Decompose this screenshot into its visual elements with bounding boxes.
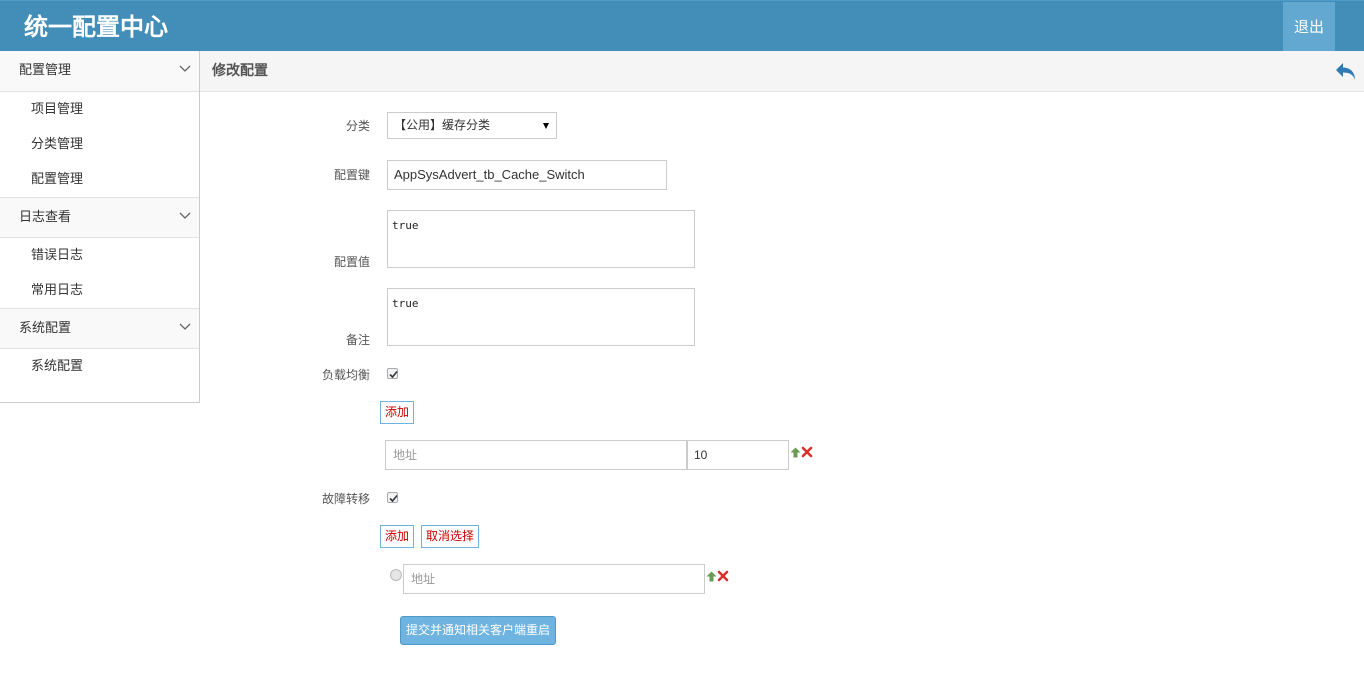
failover-label: 故障转移 bbox=[321, 492, 370, 506]
load-balance-label: 负载均衡 bbox=[321, 368, 370, 382]
fo-address-input[interactable]: 地址 bbox=[403, 564, 705, 594]
app-title: 统一配置中心 bbox=[24, 13, 168, 41]
select-arrow-icon bbox=[543, 123, 549, 129]
fo-address-placeholder: 地址 bbox=[411, 572, 436, 586]
sidebar-group-label: 配置管理 bbox=[19, 63, 72, 78]
back-arrow-icon[interactable] bbox=[1334, 59, 1358, 83]
sidebar-item-project-management[interactable]: 项目管理 bbox=[0, 92, 199, 127]
sidebar-item-category-management[interactable]: 分类管理 bbox=[0, 127, 199, 162]
fo-address-radio[interactable] bbox=[390, 569, 402, 581]
sidebar-item-common-log[interactable]: 常用日志 bbox=[0, 273, 199, 308]
config-key-label: 配置键 bbox=[333, 168, 370, 182]
sidebar-group-config-management[interactable]: 配置管理 bbox=[0, 51, 199, 92]
fo-add-button[interactable]: 添加 bbox=[380, 525, 415, 548]
sidebar-group-items: 错误日志 常用日志 bbox=[0, 238, 199, 308]
lb-address-input[interactable]: 地址 bbox=[385, 440, 687, 470]
page-title: 修改配置 bbox=[212, 63, 268, 79]
lb-weight-input[interactable]: 10 bbox=[687, 440, 789, 470]
remark-label: 备注 bbox=[345, 333, 370, 347]
sidebar-group-items: 项目管理 分类管理 配置管理 bbox=[0, 92, 199, 197]
sidebar-item-config-management[interactable]: 配置管理 bbox=[0, 162, 199, 197]
remark-textarea[interactable]: true bbox=[387, 288, 695, 346]
sidebar-item-error-log[interactable]: 错误日志 bbox=[0, 238, 199, 273]
cancel-select-button[interactable]: 取消选择 bbox=[421, 525, 480, 548]
sidebar-item-system-config[interactable]: 系统配置 bbox=[0, 349, 199, 384]
breadcrumb: 修改配置 bbox=[200, 51, 1364, 92]
checkmark-icon bbox=[389, 494, 398, 503]
sidebar-group-label: 系统配置 bbox=[19, 321, 72, 336]
arrow-up-icon[interactable] bbox=[706, 571, 717, 582]
load-balance-checkbox[interactable] bbox=[387, 368, 398, 379]
category-label: 分类 bbox=[345, 119, 370, 133]
lb-address-placeholder: 地址 bbox=[393, 448, 418, 462]
chevron-down-icon bbox=[179, 323, 191, 330]
delete-x-icon[interactable] bbox=[801, 446, 813, 458]
arrow-up-icon[interactable] bbox=[790, 447, 801, 458]
logout-button[interactable]: 退出 bbox=[1283, 2, 1335, 52]
submit-and-notify-button[interactable]: 提交并通知相关客户端重启 bbox=[400, 616, 556, 645]
top-header: 统一配置中心 退出 bbox=[0, 0, 1364, 52]
sidebar: 配置管理 项目管理 分类管理 配置管理 日志查看 错误日志 常用日志 系统配置 … bbox=[0, 51, 200, 403]
chevron-down-icon bbox=[179, 65, 191, 72]
delete-x-icon[interactable] bbox=[717, 570, 729, 582]
sidebar-group-label: 日志查看 bbox=[19, 210, 72, 225]
category-select[interactable]: 【公用】缓存分类 bbox=[387, 112, 557, 139]
failover-checkbox[interactable] bbox=[387, 492, 398, 503]
lb-add-button[interactable]: 添加 bbox=[380, 401, 415, 424]
config-key-input[interactable]: AppSysAdvert_tb_Cache_Switch bbox=[387, 160, 667, 190]
sidebar-group-system-config[interactable]: 系统配置 bbox=[0, 308, 199, 349]
chevron-down-icon bbox=[179, 212, 191, 219]
sidebar-group-items: 系统配置 bbox=[0, 349, 199, 384]
config-value-textarea[interactable]: true bbox=[387, 210, 695, 268]
sidebar-group-log-view[interactable]: 日志查看 bbox=[0, 197, 199, 238]
config-value-label: 配置值 bbox=[333, 255, 370, 269]
checkmark-icon bbox=[389, 370, 398, 379]
category-selected-value: 【公用】缓存分类 bbox=[394, 118, 491, 132]
